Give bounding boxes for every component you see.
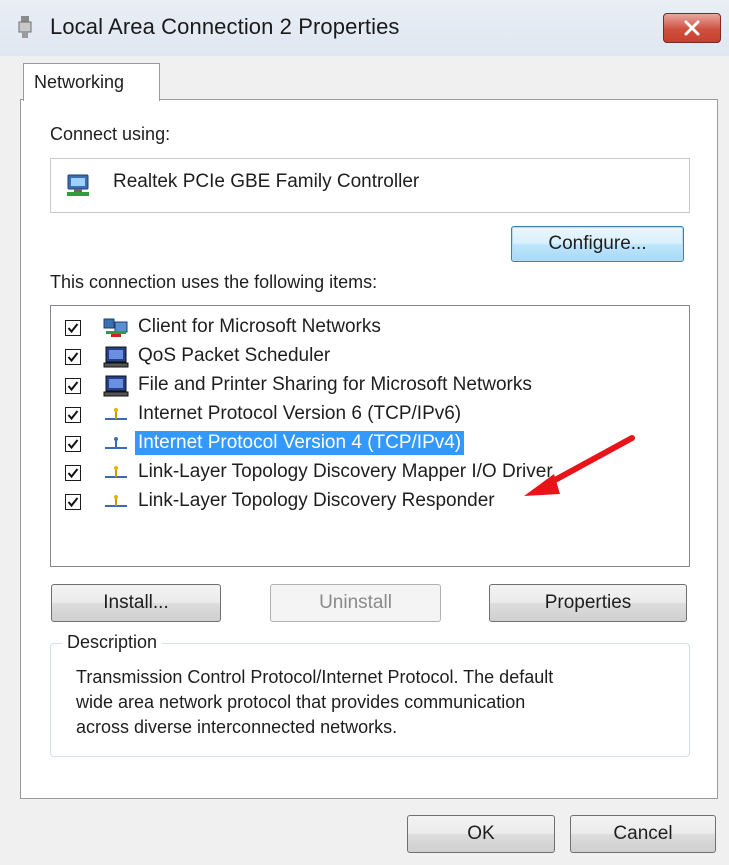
item-label: Link-Layer Topology Discovery Responder (138, 490, 495, 511)
protocol-icon (105, 466, 127, 478)
computer-service-icon (103, 375, 129, 397)
checkmark-icon (67, 410, 79, 421)
description-title: Description (62, 632, 163, 653)
item-label: File and Printer Sharing for Microsoft N… (138, 374, 532, 395)
connect-using-label: Connect using: (50, 124, 171, 144)
network-adapter-card-icon (67, 174, 89, 196)
computer-service-icon (103, 346, 129, 368)
list-item[interactable]: QoS Packet Scheduler (63, 343, 673, 371)
adapter-name: Realtek PCIe GBE Family Controller (113, 171, 420, 192)
cancel-button[interactable]: Cancel (570, 815, 716, 853)
list-item[interactable]: Internet Protocol Version 6 (TCP/IPv6) (63, 401, 673, 429)
item-label: Internet Protocol Version 6 (TCP/IPv6) (138, 403, 462, 424)
checkmark-icon (67, 439, 79, 450)
list-item[interactable]: File and Printer Sharing for Microsoft N… (63, 372, 673, 400)
properties-dialog: Local Area Connection 2 Properties Netwo… (0, 0, 729, 865)
item-checkbox[interactable] (65, 320, 81, 336)
checkmark-icon (67, 468, 79, 479)
description-line: wide area network protocol that provides… (76, 692, 526, 712)
tab-networking[interactable]: Networking (23, 63, 160, 101)
install-button[interactable]: Install... (51, 584, 221, 622)
item-checkbox[interactable] (65, 407, 81, 423)
configure-button[interactable]: Configure... (511, 226, 684, 262)
properties-button[interactable]: Properties (489, 584, 687, 622)
item-label: Link-Layer Topology Discovery Mapper I/O… (138, 461, 553, 482)
checkmark-icon (67, 323, 79, 334)
annotation-arrow-icon (524, 435, 635, 496)
item-checkbox[interactable] (65, 465, 81, 481)
network-adapter-icon (18, 16, 32, 38)
network-client-icon (103, 318, 128, 337)
protocol-icon (105, 437, 127, 449)
checkmark-icon (67, 352, 79, 363)
title-bar[interactable]: Local Area Connection 2 Properties (0, 0, 729, 56)
item-label: Internet Protocol Version 4 (TCP/IPv4) (135, 431, 465, 455)
item-label: QoS Packet Scheduler (138, 345, 331, 366)
close-button[interactable] (663, 13, 721, 43)
description-line: Transmission Control Protocol/Internet P… (76, 667, 554, 687)
list-item[interactable]: Client for Microsoft Networks (63, 314, 673, 342)
item-checkbox[interactable] (65, 349, 81, 365)
item-label: Client for Microsoft Networks (138, 316, 381, 337)
item-checkbox[interactable] (65, 494, 81, 510)
checkmark-icon (67, 381, 79, 392)
protocol-icon (105, 408, 127, 420)
description-text: Transmission Control Protocol/Internet P… (76, 665, 676, 740)
window-title: Local Area Connection 2 Properties (50, 14, 400, 39)
uninstall-button[interactable]: Uninstall (270, 584, 441, 622)
close-icon (684, 20, 700, 36)
item-checkbox[interactable] (65, 378, 81, 394)
adapter-field: Realtek PCIe GBE Family Controller (50, 158, 690, 213)
ok-button[interactable]: OK (407, 815, 555, 853)
description-line: across diverse interconnected networks. (76, 717, 398, 737)
items-label: This connection uses the following items… (50, 272, 378, 292)
protocol-icon (105, 495, 127, 507)
item-checkbox[interactable] (65, 436, 81, 452)
checkmark-icon (67, 497, 79, 508)
